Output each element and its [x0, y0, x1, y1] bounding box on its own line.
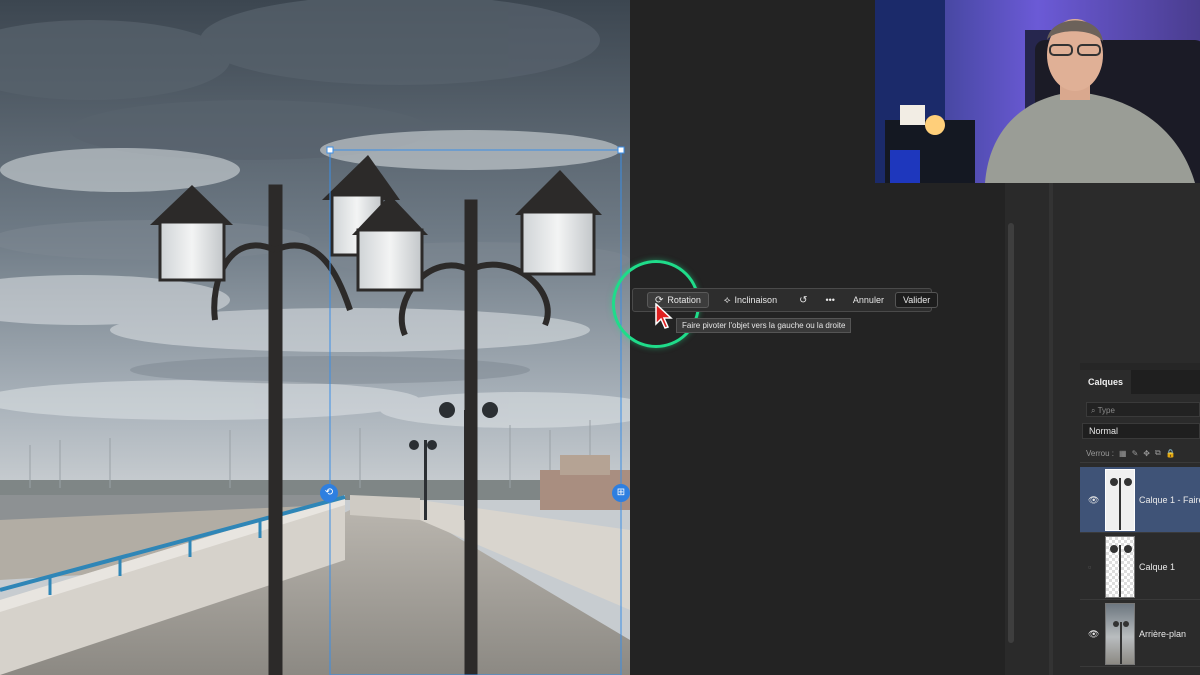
lock-transparent-icon[interactable]: ▦ — [1119, 449, 1127, 458]
layer-name: Calque 1 - Faire — [1139, 495, 1200, 505]
mouse-pointer-icon — [655, 302, 673, 334]
reset-button[interactable]: ↺ — [792, 292, 814, 308]
layer-filter-label: Type — [1097, 406, 1115, 415]
more-icon: ••• — [825, 295, 835, 305]
annuler-label: Annuler — [852, 295, 884, 305]
transform-handle-right[interactable]: ⊞ — [612, 484, 630, 502]
visibility-eye-icon[interactable]: 👁 — [1088, 629, 1099, 640]
lock-paint-icon[interactable]: ✎ — [1132, 449, 1139, 458]
layers-tab-bar: Calques — [1080, 370, 1200, 394]
layer-row[interactable]: 👁 Arrière-plan — [1080, 601, 1200, 667]
tab-calques[interactable]: Calques — [1080, 370, 1132, 394]
visibility-hidden-icon[interactable]: ▫ — [1088, 562, 1091, 572]
skew-icon: ⟡ — [723, 294, 731, 306]
layer-row[interactable]: ▫ Calque 1 — [1080, 534, 1200, 600]
lock-label: Verrou : — [1086, 448, 1115, 458]
layer-thumbnail — [1105, 536, 1135, 598]
street-lamps-photo — [0, 0, 630, 675]
annuler-button[interactable]: Annuler — [846, 292, 891, 308]
layer-name: Arrière-plan — [1139, 629, 1187, 639]
valider-label: Valider — [902, 295, 931, 305]
divider — [1080, 462, 1200, 463]
inclinaison-button[interactable]: ⟡ Inclinaison — [717, 292, 784, 308]
search-icon: ⌕ — [1091, 406, 1096, 415]
document-canvas[interactable]: ⟲ ⊞ — [0, 0, 630, 675]
layer-filter-field[interactable]: ⌕ Type — [1086, 402, 1200, 417]
lock-controls: Verrou : ▦ ✎ ✥ ⧉ 🔒 — [1086, 448, 1176, 458]
layer-thumbnail — [1105, 603, 1135, 665]
rotation-tooltip: Faire pivoter l'objet vers la gauche ou … — [676, 318, 852, 333]
layer-name: Calque 1 — [1139, 562, 1176, 572]
more-options-button[interactable]: ••• — [818, 292, 841, 308]
contextual-task-bar: ⟳ Rotation ⟡ Inclinaison ↺ ••• Annuler V… — [632, 288, 939, 312]
layer-thumbnail — [1105, 469, 1135, 531]
layer-row[interactable]: 👁 Calque 1 - Faire — [1080, 467, 1200, 533]
dock-divider — [1049, 183, 1053, 675]
lock-move-icon[interactable]: ✥ — [1143, 449, 1150, 458]
transform-handle-left[interactable]: ⟲ — [320, 484, 338, 502]
visibility-eye-icon[interactable]: 👁 — [1088, 495, 1099, 506]
undo-icon: ↺ — [799, 294, 808, 306]
valider-button[interactable]: Valider — [894, 292, 939, 308]
blend-mode-select[interactable]: Normal — [1082, 423, 1200, 439]
scrollbar[interactable] — [1008, 223, 1014, 643]
layers-panel: Calques ⌕ Type Normal Verrou : ▦ ✎ ✥ ⧉ 🔒… — [1080, 370, 1200, 675]
lock-all-icon[interactable]: 🔒 — [1166, 449, 1176, 458]
upper-panel — [1080, 183, 1200, 363]
panel-dock-gutter — [1005, 183, 1080, 675]
webcam-presenter-video — [875, 0, 1200, 183]
inclinaison-label: Inclinaison — [734, 295, 778, 305]
lock-artboard-icon[interactable]: ⧉ — [1155, 448, 1161, 458]
